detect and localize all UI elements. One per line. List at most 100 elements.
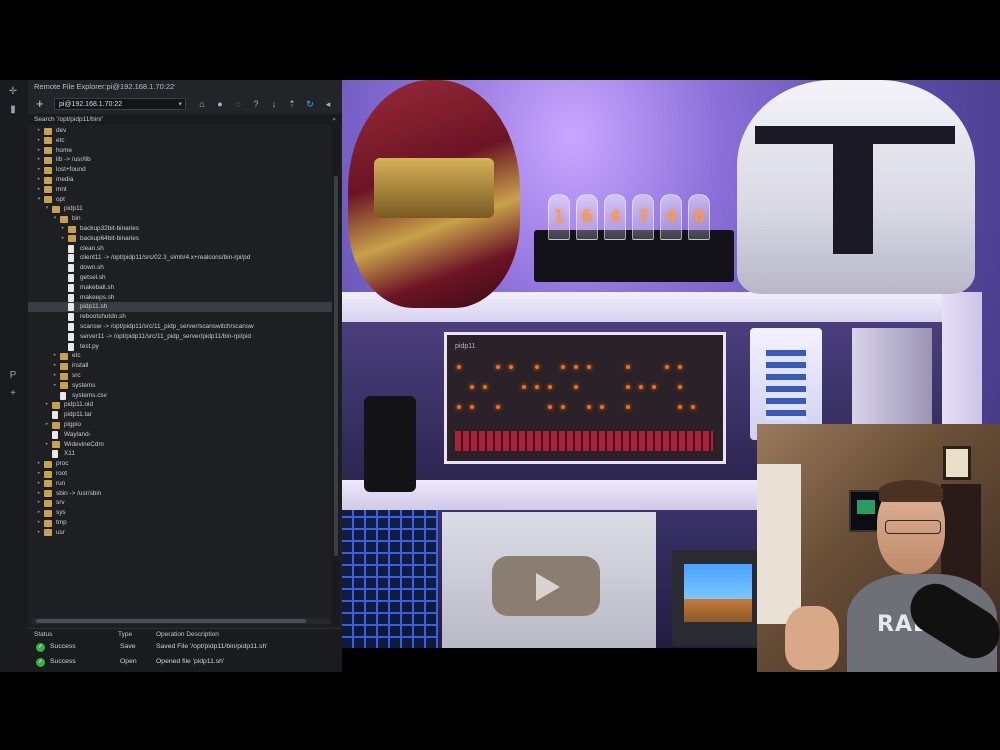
tree-folder-row[interactable]: ▸ lost+found xyxy=(28,165,332,175)
tree-folder-row[interactable]: ▸ lib -> /usr/lib xyxy=(28,155,332,165)
tree-file-row[interactable]: Wayland- xyxy=(28,430,332,440)
nixie-digit: 1 xyxy=(553,207,565,227)
tree-folder-row[interactable]: ▸ WidevineCdm xyxy=(28,440,332,450)
chevron-right-icon[interactable]: ▸ xyxy=(36,146,42,156)
front-panel-led xyxy=(626,405,630,409)
tree-folder-row[interactable]: ▸ home xyxy=(28,146,332,156)
folder-icon xyxy=(44,509,52,517)
chevron-right-icon[interactable]: ▸ xyxy=(36,469,42,479)
tree-folder-row[interactable]: ▸ install xyxy=(28,361,332,371)
search-path-bar[interactable]: Search '/opt/pidp11/bin/' ⌕ xyxy=(28,114,342,125)
tree-file-row[interactable]: pidp11.sh xyxy=(28,302,332,313)
chevron-right-icon[interactable]: ▸ xyxy=(36,489,42,499)
chevron-right-icon[interactable]: ▸ xyxy=(36,136,42,146)
file-tree: ▸ dev ▸ etc ▸ home ▸ lib -> /usr/lib ▸ lost+found… xyxy=(28,126,332,626)
tree-folder-row[interactable]: ▸ usr xyxy=(28,528,332,538)
chevron-right-icon[interactable]: ▸ xyxy=(36,459,42,469)
home-icon[interactable]: ⌂ xyxy=(196,97,208,111)
globe-icon[interactable]: ● xyxy=(214,97,226,111)
tree-folder-row[interactable]: ▸ dev xyxy=(28,126,332,136)
scrollbar-thumb-horizontal[interactable] xyxy=(36,619,306,623)
tree-horizontal-scrollbar[interactable] xyxy=(32,618,330,624)
gutter-python-icon[interactable]: P xyxy=(6,370,20,382)
folder-icon xyxy=(44,156,52,164)
tree-item-label: etc xyxy=(56,136,65,144)
tree-folder-row[interactable]: ▾ opt xyxy=(28,195,332,205)
chevron-right-icon[interactable]: ▸ xyxy=(52,351,58,361)
chevron-right-icon[interactable]: ▸ xyxy=(36,479,42,489)
tree-file-row[interactable]: clean.sh xyxy=(28,244,332,254)
tree-folder-row[interactable]: ▸ mnt xyxy=(28,185,332,195)
download-icon[interactable]: ↓ xyxy=(268,97,280,111)
broadcast-icon[interactable]: ◂ xyxy=(322,97,334,111)
chevron-right-icon[interactable]: ▸ xyxy=(36,498,42,508)
tree-folder-row[interactable]: ▸ etc xyxy=(28,351,332,361)
add-connection-button[interactable]: + xyxy=(36,96,44,112)
tree-folder-row[interactable]: ▸ pigpio xyxy=(28,420,332,430)
search-icon[interactable]: ⌕ xyxy=(332,114,336,125)
window-title: Remote File Explorer:pi@192.168.1.70:22 xyxy=(28,80,342,94)
tree-item-label: usr xyxy=(56,528,65,536)
tree-folder-row[interactable]: ▸ src xyxy=(28,371,332,381)
tree-file-row[interactable]: systems.csv xyxy=(28,391,332,401)
tree-file-row[interactable]: test.py xyxy=(28,342,332,352)
tree-folder-row[interactable]: ▸ pidp11.old xyxy=(28,400,332,410)
chevron-right-icon[interactable]: ▸ xyxy=(52,361,58,371)
chevron-right-icon[interactable]: ▸ xyxy=(36,508,42,518)
tree-file-row[interactable]: X11 xyxy=(28,449,332,459)
chevron-down-icon[interactable]: ▾ xyxy=(44,204,50,214)
chevron-right-icon[interactable]: ▸ xyxy=(44,420,50,430)
tree-folder-row[interactable]: ▸ media xyxy=(28,175,332,185)
tree-folder-row[interactable]: ▸ sbin -> /usr/sbin xyxy=(28,489,332,499)
disconnect-icon[interactable]: ◌ xyxy=(232,97,244,111)
helmet-t-visor-stem xyxy=(833,144,873,254)
chevron-down-icon[interactable]: ▾ xyxy=(52,214,58,224)
tree-file-row[interactable]: scansw -> /opt/pidp11/src/11_pidp_server… xyxy=(28,322,332,332)
tree-folder-row[interactable]: ▸ proc xyxy=(28,459,332,469)
tree-folder-row[interactable]: ▾ pidp11 xyxy=(28,204,332,214)
tree-folder-row[interactable]: ▸ tmp xyxy=(28,518,332,528)
tree-file-row[interactable]: down.sh xyxy=(28,263,332,273)
help-icon[interactable]: ? xyxy=(250,97,262,111)
chevron-right-icon[interactable]: ▸ xyxy=(44,440,50,450)
tree-folder-row[interactable]: ▸ root xyxy=(28,469,332,479)
upload-icon[interactable]: ⇡ xyxy=(286,97,298,111)
tree-file-row[interactable]: client11 -> /opt/pidp11/src/02.3_simh/4.… xyxy=(28,253,332,263)
chevron-right-icon[interactable]: ▸ xyxy=(36,528,42,538)
tree-folder-row[interactable]: ▸ backup32bit-binaries xyxy=(28,224,332,234)
folder-icon xyxy=(44,519,52,527)
tree-vertical-scrollbar[interactable] xyxy=(332,126,340,626)
chevron-right-icon[interactable]: ▸ xyxy=(36,126,42,136)
chevron-right-icon[interactable]: ▸ xyxy=(36,165,42,175)
tree-folder-row[interactable]: ▸ srv xyxy=(28,498,332,508)
tree-folder-row[interactable]: ▸ systems xyxy=(28,381,332,391)
tree-folder-row[interactable]: ▸ etc xyxy=(28,136,332,146)
chevron-right-icon[interactable]: ▸ xyxy=(52,381,58,391)
chevron-right-icon[interactable]: ▸ xyxy=(60,234,66,244)
tree-file-row[interactable]: pidp11.tar xyxy=(28,410,332,420)
scrollbar-thumb[interactable] xyxy=(334,176,338,556)
tree-file-row[interactable]: makeeps.sh xyxy=(28,293,332,303)
tree-file-row[interactable]: getsel.sh xyxy=(28,273,332,283)
chevron-right-icon[interactable]: ▸ xyxy=(36,155,42,165)
tree-folder-row[interactable]: ▸ sys xyxy=(28,508,332,518)
chevron-right-icon[interactable]: ▸ xyxy=(60,224,66,234)
tree-file-row[interactable]: server11 -> /opt/pidp11/src/11_pidp_serv… xyxy=(28,332,332,342)
chevron-right-icon[interactable]: ▸ xyxy=(36,185,42,195)
gutter-add-icon-2[interactable]: + xyxy=(6,388,20,400)
host-select[interactable]: pi@192.168.1.70:22 ▾ xyxy=(54,98,186,110)
chevron-right-icon[interactable]: ▸ xyxy=(36,175,42,185)
tree-folder-row[interactable]: ▸ run xyxy=(28,479,332,489)
chevron-down-icon[interactable]: ▾ xyxy=(36,195,42,205)
chevron-right-icon[interactable]: ▸ xyxy=(36,518,42,528)
gutter-marker-icon: ▮ xyxy=(10,104,16,115)
tree-file-row[interactable]: rebootshutdn.sh xyxy=(28,312,332,322)
tree-file-row[interactable]: makeball.sh xyxy=(28,283,332,293)
front-panel-led-row xyxy=(457,385,707,389)
tree-folder-row[interactable]: ▾ bin xyxy=(28,214,332,224)
chevron-right-icon[interactable]: ▸ xyxy=(52,371,58,381)
refresh-icon[interactable]: ↻ xyxy=(304,97,316,111)
gutter-add-icon[interactable]: ✛ xyxy=(6,86,20,98)
chevron-right-icon[interactable]: ▸ xyxy=(44,400,50,410)
tree-folder-row[interactable]: ▸ backup64bit-binaries xyxy=(28,234,332,244)
